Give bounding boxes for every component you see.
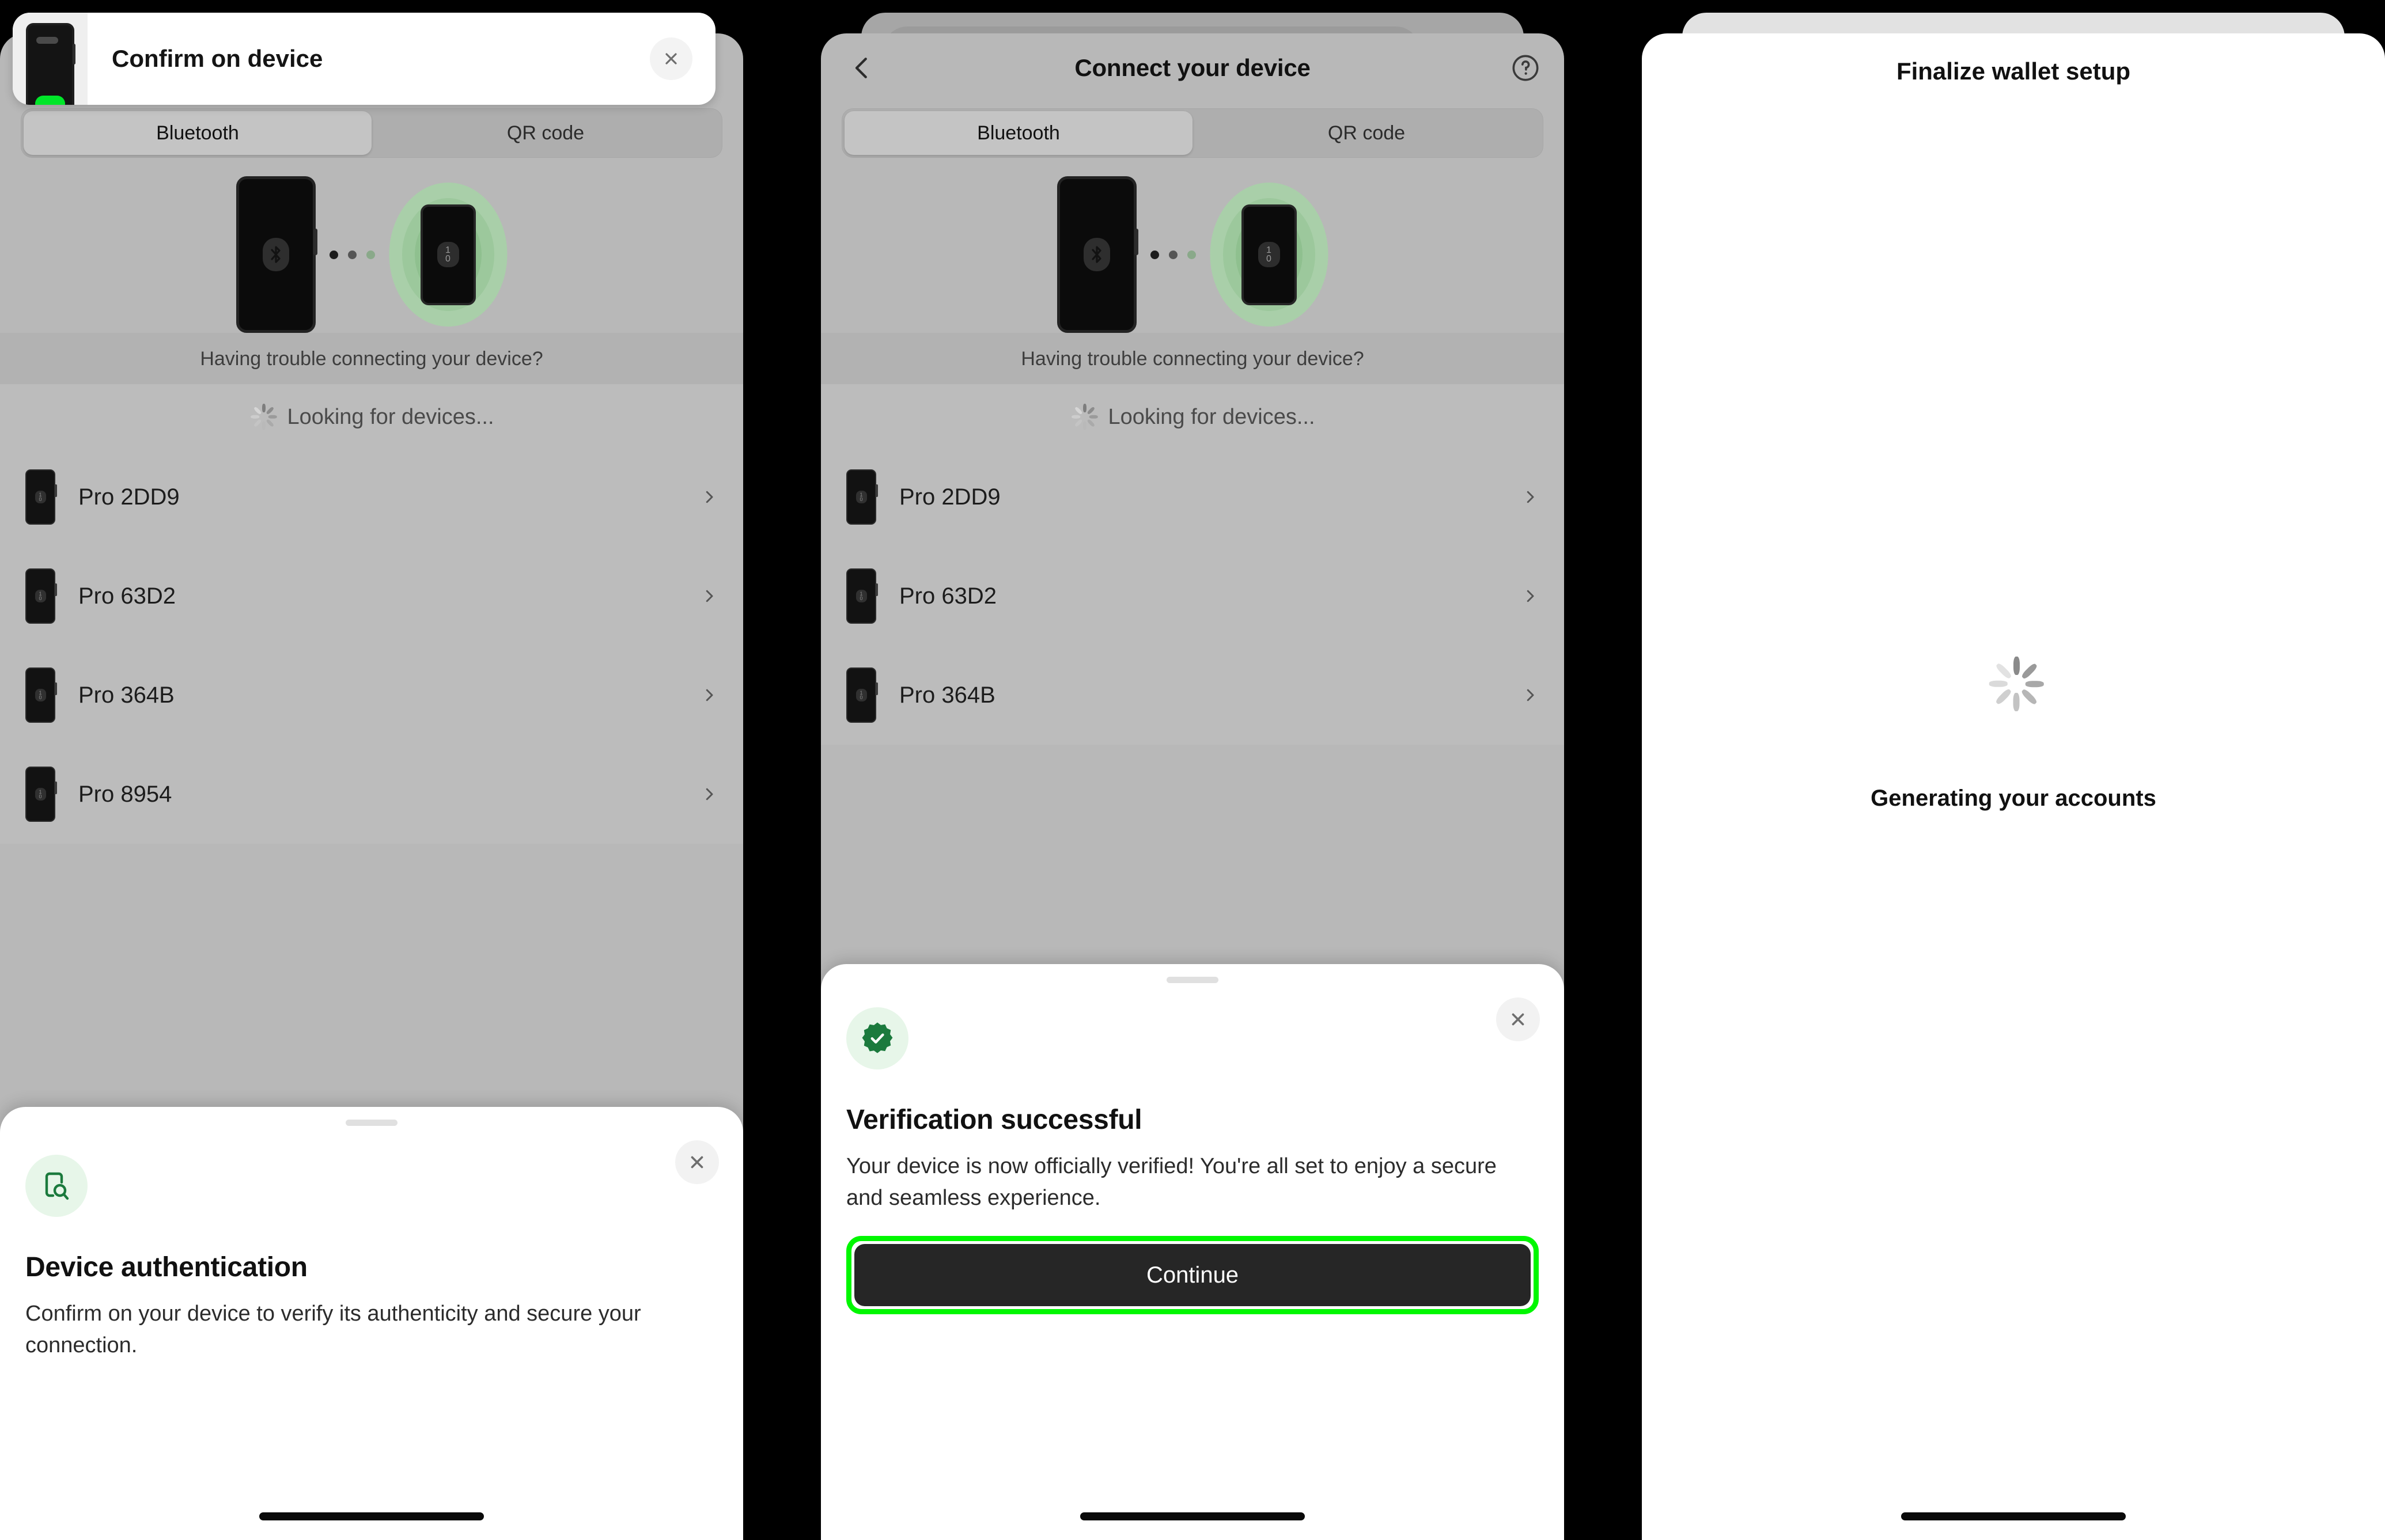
device-authentication-sheet: Device authentication Confirm on your de… bbox=[0, 1107, 743, 1540]
panel-device-authentication: Bluetooth QR code 1 0 Having trouble con… bbox=[0, 0, 743, 1540]
pairing-illustration: 10 bbox=[0, 176, 743, 333]
list-item[interactable]: 10 Pro 8954 bbox=[0, 745, 743, 844]
device-lock-glyph: 10 bbox=[437, 242, 459, 267]
scanning-label: Looking for devices... bbox=[1108, 404, 1315, 429]
device-name: Pro 364B bbox=[78, 682, 175, 708]
connection-dots bbox=[330, 250, 375, 259]
device-thumbnail-icon: 10 bbox=[25, 568, 57, 624]
chevron-right-icon bbox=[1521, 686, 1539, 704]
device-thumbnail-icon: 10 bbox=[846, 568, 878, 624]
device-name: Pro 8954 bbox=[78, 781, 172, 807]
panel-finalize-wallet-setup: Finalize wallet setup Generating your ac… bbox=[1642, 0, 2385, 1540]
device-name: Pro 2DD9 bbox=[899, 484, 1001, 510]
phone-side-button bbox=[313, 229, 317, 255]
close-button[interactable] bbox=[675, 1140, 719, 1184]
device-thumbnail-icon: 10 bbox=[25, 667, 57, 723]
device-thumbnail-icon: 10 bbox=[846, 667, 878, 723]
scanning-status: Looking for devices... bbox=[821, 384, 1564, 447]
sheet-body: Your device is now officially verified! … bbox=[846, 1154, 1497, 1211]
chevron-right-icon bbox=[701, 686, 718, 704]
sheet-grabber[interactable] bbox=[346, 1120, 398, 1126]
phone-side-button bbox=[1134, 229, 1138, 255]
ledger-device-icon: 10 bbox=[1241, 204, 1297, 305]
list-item[interactable]: 10 Pro 2DD9 bbox=[821, 447, 1564, 547]
trouble-connecting-link[interactable]: Having trouble connecting your device? bbox=[0, 333, 743, 384]
sheet-body: Confirm on your device to verify its aut… bbox=[25, 1302, 641, 1358]
home-indicator bbox=[259, 1512, 484, 1520]
home-indicator bbox=[1080, 1512, 1305, 1520]
continue-button[interactable]: Continue bbox=[854, 1244, 1531, 1307]
close-icon bbox=[691, 1156, 703, 1169]
sheet-title: Verification successful bbox=[846, 1105, 1142, 1135]
connection-method-segmented-control[interactable]: Bluetooth QR code bbox=[842, 108, 1543, 158]
toast-close-button[interactable] bbox=[650, 37, 692, 80]
phone-illustration bbox=[1057, 176, 1138, 333]
device-name: Pro 364B bbox=[899, 682, 995, 708]
tab-qr-code[interactable]: QR code bbox=[1192, 111, 1540, 155]
close-icon bbox=[665, 53, 677, 65]
help-circle-icon bbox=[1512, 55, 1539, 81]
chevron-right-icon bbox=[1521, 587, 1539, 605]
phone-with-green-button-icon bbox=[13, 13, 88, 105]
chevron-right-icon bbox=[701, 786, 718, 803]
device-scan-icon bbox=[25, 1155, 88, 1217]
ledger-device-icon: 10 bbox=[420, 204, 476, 305]
scanning-label: Looking for devices... bbox=[287, 404, 494, 429]
list-item[interactable]: 10 Pro 63D2 bbox=[0, 547, 743, 646]
tab-bluetooth[interactable]: Bluetooth bbox=[845, 111, 1192, 155]
scanning-status: Looking for devices... bbox=[0, 384, 743, 447]
bluetooth-icon bbox=[263, 238, 289, 271]
device-halo: 10 bbox=[389, 183, 507, 327]
sheet-title: Device authentication bbox=[25, 1252, 308, 1283]
chevron-right-icon bbox=[701, 587, 718, 605]
list-item[interactable]: 10 Pro 63D2 bbox=[821, 547, 1564, 646]
phone-illustration bbox=[236, 176, 317, 333]
device-name: Pro 2DD9 bbox=[78, 484, 180, 510]
device-name: Pro 63D2 bbox=[78, 583, 176, 609]
device-list: 10 Pro 2DD9 10 Pro 63D2 bbox=[821, 447, 1564, 745]
tab-bluetooth[interactable]: Bluetooth bbox=[24, 111, 372, 155]
device-halo: 10 bbox=[1210, 183, 1328, 327]
device-thumbnail-icon: 10 bbox=[25, 469, 57, 525]
page-title: Connect your device bbox=[1074, 54, 1311, 81]
verified-badge-icon bbox=[846, 1007, 908, 1069]
back-button[interactable] bbox=[846, 52, 877, 84]
sheet-grabber[interactable] bbox=[1167, 977, 1218, 983]
connection-dots bbox=[1150, 250, 1196, 259]
loading-spinner-icon bbox=[249, 404, 278, 430]
loading-spinner-icon bbox=[1986, 657, 2044, 712]
chevron-left-icon bbox=[855, 58, 867, 78]
connection-method-segmented-control[interactable]: Bluetooth QR code bbox=[21, 108, 722, 158]
device-thumbnail-icon: 10 bbox=[846, 469, 878, 525]
close-icon bbox=[1512, 1013, 1524, 1026]
device-thumbnail-icon: 10 bbox=[25, 767, 57, 822]
close-button[interactable] bbox=[1496, 997, 1540, 1041]
loading-spinner-icon bbox=[1070, 404, 1099, 430]
generating-accounts-status: Generating your accounts bbox=[1642, 657, 2385, 811]
toast-title: Confirm on device bbox=[112, 45, 323, 72]
list-item[interactable]: 10 Pro 364B bbox=[0, 646, 743, 745]
status-label: Generating your accounts bbox=[1871, 786, 2156, 811]
bluetooth-icon bbox=[1084, 238, 1110, 271]
pairing-illustration: 10 bbox=[821, 176, 1564, 333]
chevron-right-icon bbox=[701, 488, 718, 506]
device-lock-glyph: 10 bbox=[1258, 242, 1280, 267]
page-title: Finalize wallet setup bbox=[1896, 58, 2131, 85]
screenshot-stage: Bluetooth QR code 1 0 Having trouble con… bbox=[0, 0, 2385, 1540]
navbar: Connect your device bbox=[821, 33, 1564, 103]
help-button[interactable] bbox=[1510, 52, 1541, 84]
tab-qr-code[interactable]: QR code bbox=[372, 111, 720, 155]
verification-successful-sheet: Verification successful Your device is n… bbox=[821, 964, 1564, 1540]
confirm-on-device-toast[interactable]: Confirm on device bbox=[13, 13, 716, 105]
home-indicator bbox=[1901, 1512, 2126, 1520]
device-name: Pro 63D2 bbox=[899, 583, 997, 609]
device-list: 10 Pro 2DD9 10 Pro 63D2 bbox=[0, 447, 743, 844]
trouble-connecting-link[interactable]: Having trouble connecting your device? bbox=[821, 333, 1564, 384]
continue-button-highlight: Continue bbox=[846, 1236, 1539, 1315]
chevron-right-icon bbox=[1521, 488, 1539, 506]
list-item[interactable]: 10 Pro 364B bbox=[821, 646, 1564, 745]
panel-verification-successful: Connect your device Bluetooth QR code 1 … bbox=[821, 0, 1564, 1540]
list-item[interactable]: 10 Pro 2DD9 bbox=[0, 447, 743, 547]
